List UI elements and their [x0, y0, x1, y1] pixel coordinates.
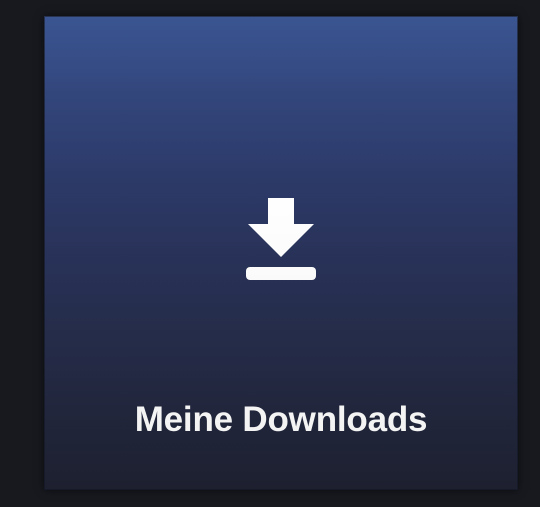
my-downloads-tile[interactable]: Meine Downloads [44, 16, 518, 490]
tile-label: Meine Downloads [134, 400, 428, 439]
download-icon [246, 198, 316, 280]
screen-background: Meine Downloads [0, 0, 540, 507]
